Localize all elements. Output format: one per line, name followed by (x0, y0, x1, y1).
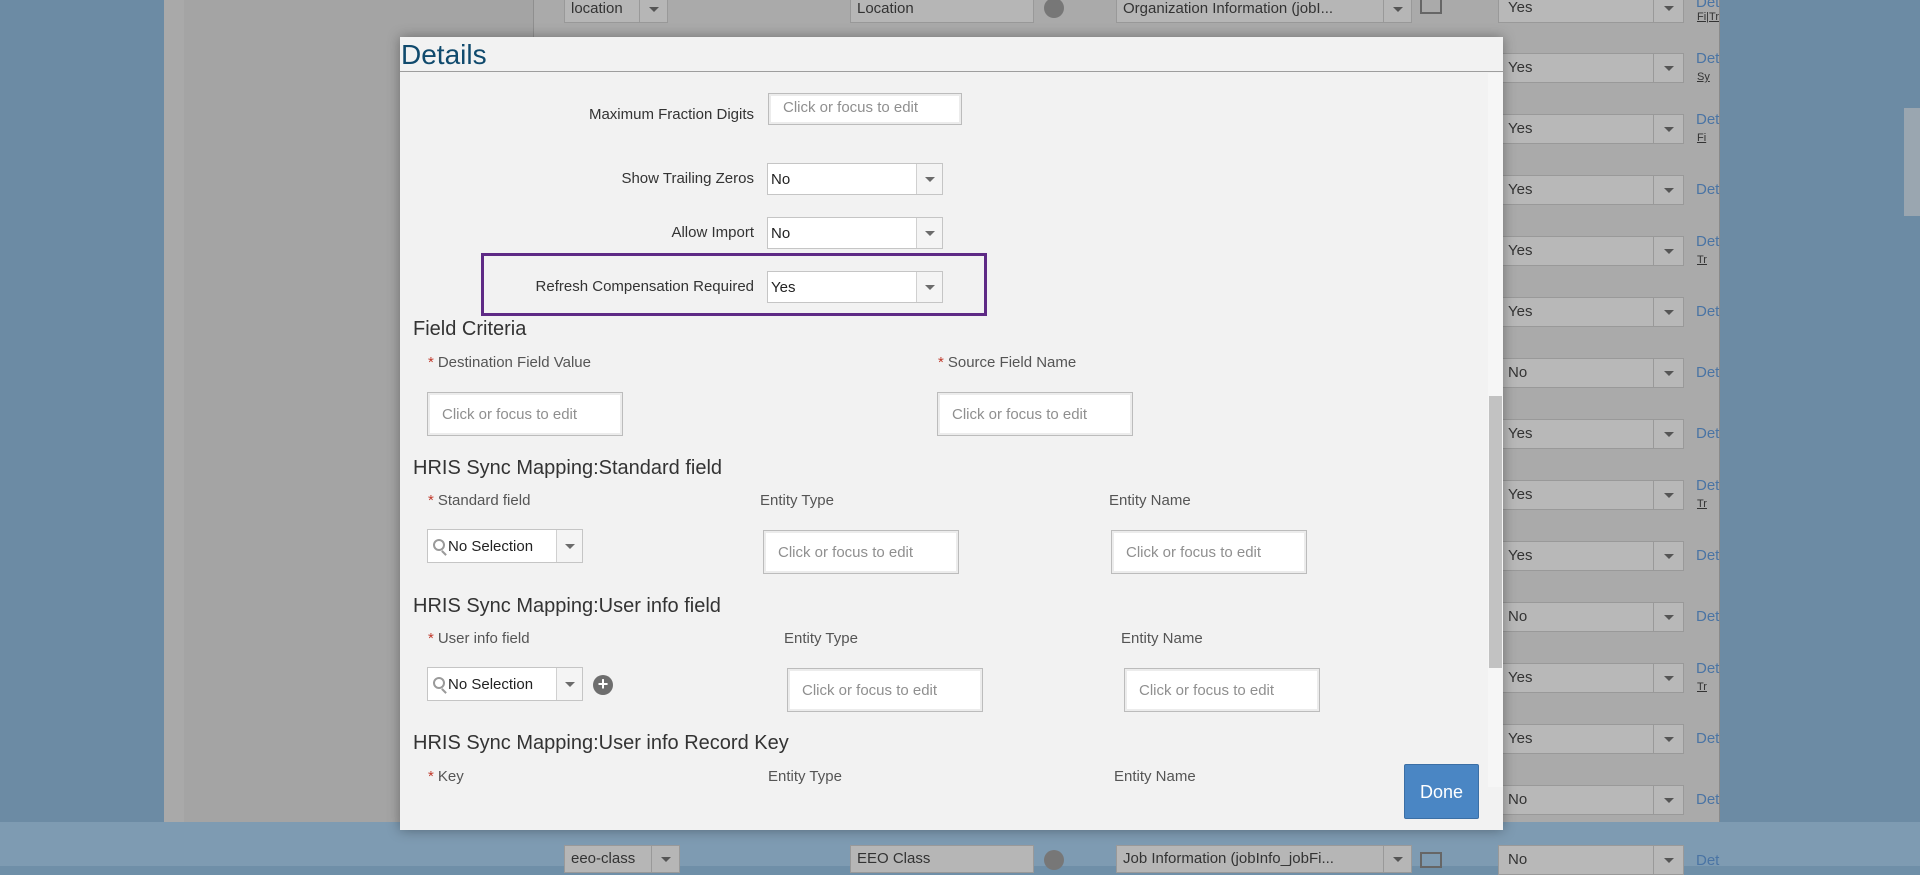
bg-value-select: Yes (1498, 480, 1684, 510)
bg-details-link: Det (1696, 547, 1720, 564)
user-info-field-select[interactable]: No Selection (427, 667, 583, 701)
bg-details-link: Det (1696, 660, 1720, 677)
bg-details-link: Det (1696, 364, 1720, 381)
bg-details-link: Det (1696, 111, 1720, 128)
chevron-down-icon[interactable] (916, 164, 942, 194)
bg-source-select: Organization Information (jobI... (1116, 0, 1412, 23)
bg-details-link: Det (1696, 50, 1720, 67)
background-scrollbar (1904, 108, 1920, 216)
bg-field-id-select: location (564, 0, 668, 23)
bg-sub-text: Tr (1697, 254, 1707, 266)
standard-entity-name-label: Entity Name (1109, 492, 1191, 509)
bg-value-select: Yes (1498, 53, 1684, 83)
bg-sub-text: Sy (1697, 71, 1710, 83)
bg-details-link: Det (1696, 181, 1720, 198)
dialog-scrollbar-thumb[interactable] (1489, 396, 1502, 668)
user-info-entity-type-input[interactable]: Click or focus to edit (787, 668, 983, 712)
allow-import-label: Allow Import (671, 224, 754, 241)
bg-field-label: EEO Class (850, 845, 1034, 873)
bg-sub-text: Fi|Tr (1697, 11, 1719, 23)
record-key-entity-type-label: Entity Type (768, 768, 842, 785)
bg-details-link: Det (1696, 233, 1720, 250)
bg-sub-text: Tr (1697, 498, 1707, 510)
standard-entity-type-input[interactable]: Click or focus to edit (763, 530, 959, 574)
globe-icon (1044, 850, 1064, 870)
bg-details-link: Det (1696, 477, 1720, 494)
bg-details-link: Det (1696, 425, 1720, 442)
allow-import-select[interactable]: No (767, 217, 943, 249)
destination-field-value-input[interactable]: Click or focus to edit (427, 392, 623, 436)
record-key-section-title: HRIS Sync Mapping:User info Record Key (413, 732, 789, 754)
details-card-icon (1420, 0, 1442, 14)
max-fraction-digits-input[interactable]: Click or focus to edit (768, 93, 962, 125)
bg-details-link: Det (1696, 791, 1720, 808)
dialog-title: Details (400, 37, 1503, 72)
done-button[interactable]: Done (1404, 764, 1479, 819)
details-dialog: Details Maximum Fraction Digits Click or… (400, 37, 1503, 830)
bg-sub-text: Tr (1697, 681, 1707, 693)
bg-value-select: Yes (1498, 114, 1684, 144)
background-right-margin (1720, 0, 1920, 866)
user-info-entity-name-label: Entity Name (1121, 630, 1203, 647)
bg-field-label: Location (850, 0, 1034, 23)
bg-details-link: Det (1696, 303, 1720, 320)
add-circle-icon[interactable]: + (593, 675, 613, 695)
bg-details-link: Det (1696, 608, 1720, 625)
user-info-entity-name-input[interactable]: Click or focus to edit (1124, 668, 1320, 712)
bg-details-link: Det (1696, 730, 1720, 747)
source-field-name-input[interactable]: Click or focus to edit (937, 392, 1133, 436)
standard-field-section-title: HRIS Sync Mapping:Standard field (413, 457, 723, 479)
bg-value-select: No (1498, 358, 1684, 388)
bg-source-select: Job Information (jobInfo_jobFi... (1116, 845, 1412, 873)
standard-field-label: * Standard field (428, 492, 531, 509)
user-info-section-title: HRIS Sync Mapping:User info field (413, 595, 721, 617)
bg-field-id-select: eeo-class (564, 845, 680, 873)
user-info-field-label: * User info field (428, 630, 530, 647)
background-left-margin (0, 0, 164, 866)
search-icon (433, 539, 445, 551)
bg-value-select: Yes (1498, 297, 1684, 327)
source-field-name-label: * Source Field Name (938, 354, 1077, 371)
destination-field-value-label: * Destination Field Value (428, 354, 591, 371)
chevron-down-icon[interactable] (556, 530, 582, 562)
max-fraction-digits-label: Maximum Fraction Digits (588, 106, 754, 123)
dialog-body[interactable]: Maximum Fraction Digits Click or focus t… (400, 73, 1488, 787)
chevron-down-icon[interactable] (556, 668, 582, 700)
bg-value-select: Yes (1498, 175, 1684, 205)
user-info-entity-type-label: Entity Type (784, 630, 858, 647)
bg-value-select: No (1498, 785, 1684, 815)
refresh-compensation-label: Refresh Compensation Required (535, 278, 754, 295)
chevron-down-icon[interactable] (916, 218, 942, 248)
show-trailing-zeros-select[interactable]: No (767, 163, 943, 195)
refresh-compensation-select[interactable]: Yes (767, 271, 943, 303)
record-key-label: * Key (428, 768, 464, 785)
bg-value-select: Yes (1498, 0, 1684, 23)
show-trailing-zeros-label: Show Trailing Zeros (621, 170, 754, 187)
bg-value-select: No (1498, 845, 1684, 875)
chevron-down-icon[interactable] (916, 272, 942, 302)
bg-sub-text: Fi (1697, 132, 1707, 144)
standard-entity-type-label: Entity Type (760, 492, 834, 509)
bg-value-select: Yes (1498, 724, 1684, 754)
bg-value-select: Yes (1498, 541, 1684, 571)
bg-value-select: Yes (1498, 419, 1684, 449)
bg-details-link: Det (1696, 0, 1720, 11)
record-key-entity-name-label: Entity Name (1114, 768, 1196, 785)
search-icon (433, 677, 445, 689)
standard-field-select[interactable]: No Selection (427, 529, 583, 563)
bg-value-select: Yes (1498, 663, 1684, 693)
field-criteria-title: Field Criteria (413, 318, 527, 340)
bg-value-select: Yes (1498, 236, 1684, 266)
bg-value-select: No (1498, 602, 1684, 632)
standard-entity-name-input[interactable]: Click or focus to edit (1111, 530, 1307, 574)
bg-details-link: Det (1696, 852, 1720, 869)
